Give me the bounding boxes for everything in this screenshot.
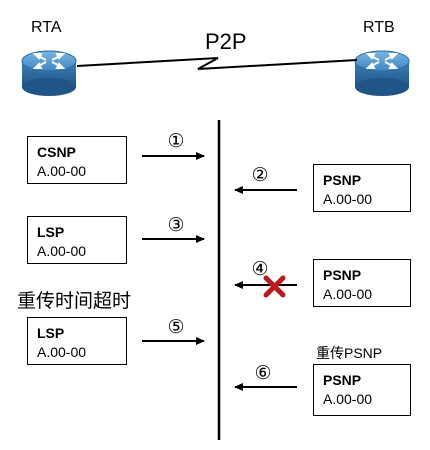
packet-type: LSP: [37, 325, 65, 341]
packet-psnp-retransmit-box: PSNP A.00-00: [313, 364, 411, 416]
lost-packet-x-icon: [263, 275, 286, 298]
packet-id: A.00-00: [323, 191, 373, 207]
retransmit-psnp-note: 重传PSNP: [316, 345, 383, 361]
packet-psnp-box: PSNP A.00-00: [313, 164, 411, 212]
packet-type: PSNP: [323, 172, 362, 188]
router-rta-icon: [21, 50, 77, 96]
packet-id: A.00-00: [37, 163, 87, 179]
step-1-marker: ①: [167, 131, 185, 152]
packet-type: PSNP: [323, 267, 362, 283]
router-rtb-icon: [354, 50, 410, 96]
step-5-marker: ⑤: [167, 317, 185, 338]
packet-type: PSNP: [323, 372, 362, 388]
packet-id: A.00-00: [37, 344, 87, 360]
retransmit-timeout-note: 重传时间超时: [17, 291, 132, 312]
router-rta-label: RTA: [31, 19, 62, 36]
step-6-marker: ⑥: [254, 363, 272, 384]
link-label: P2P: [205, 29, 247, 54]
packet-id: A.00-00: [323, 286, 373, 302]
packet-lsp-box: LSP A.00-00: [27, 216, 127, 264]
step-2-marker: ②: [251, 165, 269, 186]
step-3-marker: ③: [167, 215, 185, 236]
packet-lsp-retransmit-box: LSP A.00-00: [27, 317, 127, 365]
packet-id: A.00-00: [37, 243, 87, 259]
packet-id: A.00-00: [323, 391, 373, 407]
packet-psnp-lost-box: PSNP A.00-00: [313, 259, 411, 307]
p2p-link: [76, 57, 358, 70]
packet-csnp-box: CSNP A.00-00: [27, 136, 127, 184]
packet-type: LSP: [37, 224, 65, 240]
step-4-marker: ④: [251, 259, 269, 280]
packet-type: CSNP: [37, 144, 76, 160]
router-rtb-label: RTB: [363, 19, 395, 36]
